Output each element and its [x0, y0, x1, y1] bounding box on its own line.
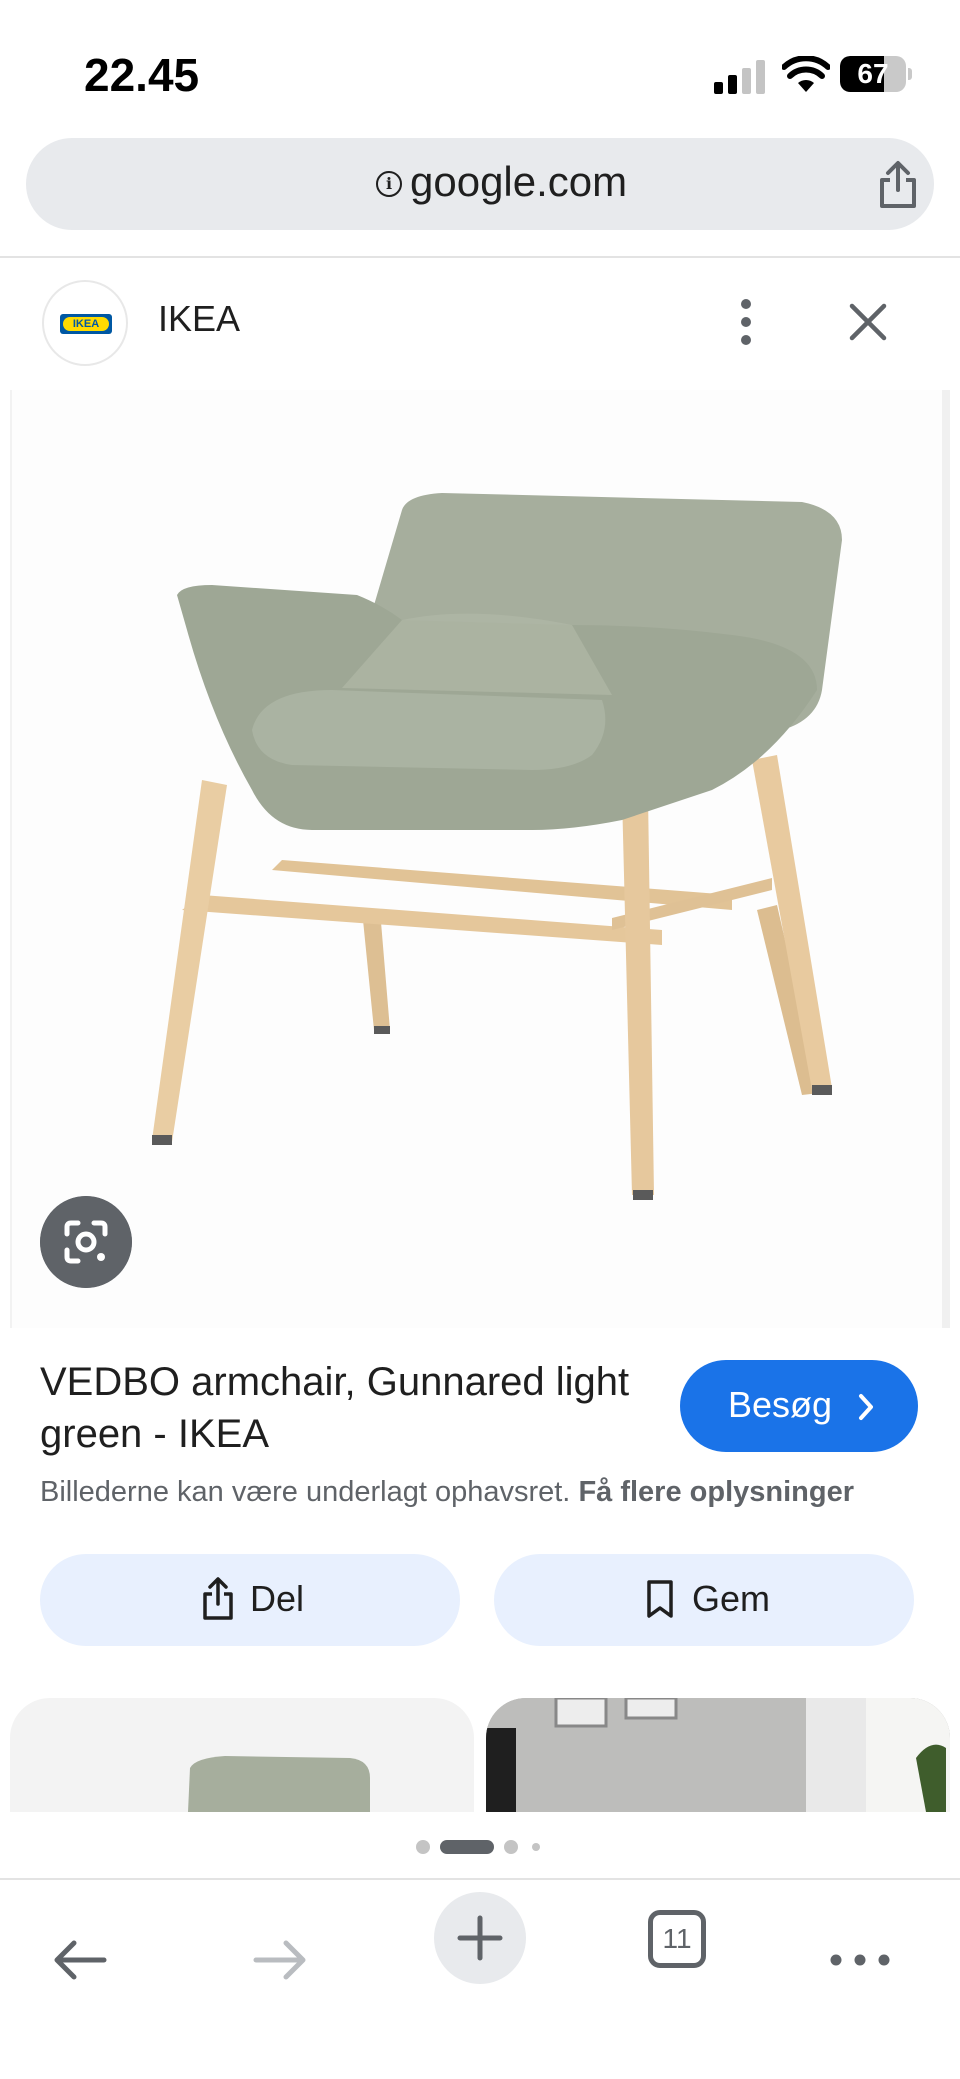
divider [0, 256, 960, 258]
pager-dot-active [440, 1840, 494, 1854]
visit-button[interactable]: Besøg [680, 1360, 918, 1452]
bottom-toolbar: 11 [0, 1878, 960, 2079]
visit-button-label: Besøg [728, 1384, 833, 1425]
back-arrow-icon[interactable] [50, 1930, 110, 1990]
copyright-notice: Billederne kan være underlagt ophavsret.… [40, 1476, 854, 1509]
product-image[interactable] [10, 390, 950, 1328]
more-vert-icon[interactable] [728, 298, 764, 346]
status-bar: 22.45 67 [0, 0, 960, 130]
battery-indicator: 67 [840, 56, 912, 92]
pager-dot [532, 1843, 540, 1851]
save-button[interactable]: Gem [494, 1554, 914, 1646]
image-pager [0, 1812, 960, 1878]
plus-icon [457, 1915, 503, 1961]
share-button[interactable]: Del [40, 1554, 460, 1646]
chair-illustration [152, 493, 842, 1200]
learn-more-link[interactable]: Få flere oplysninger [578, 1476, 854, 1508]
battery-percent: 67 [857, 58, 889, 89]
save-button-label: Gem [692, 1578, 771, 1619]
info-icon[interactable]: i [376, 171, 402, 197]
share-icon [203, 1577, 233, 1620]
copyright-text: Billederne kan være underlagt ophavsret. [40, 1476, 571, 1508]
ikea-logo: IKEA [60, 314, 112, 334]
cellular-signal-icon [714, 60, 765, 94]
url-bar[interactable]: i google.com [26, 138, 934, 230]
new-tab-button[interactable] [434, 1892, 526, 1984]
pager-dot [416, 1840, 430, 1854]
tabs-button[interactable]: 11 [648, 1910, 706, 1968]
site-name[interactable]: IKEA [158, 298, 240, 340]
related-image-thumbnail[interactable] [486, 1698, 950, 1812]
close-icon[interactable] [846, 300, 890, 344]
related-image-thumbnail[interactable] [10, 1698, 474, 1812]
lens-icon[interactable] [40, 1196, 132, 1288]
url-text[interactable]: google.com [410, 158, 627, 206]
site-logo[interactable]: IKEA [42, 280, 128, 366]
pager-dot [504, 1840, 518, 1854]
share-button-label: Del [250, 1578, 305, 1619]
bookmark-icon [647, 1580, 673, 1618]
forward-arrow-icon[interactable] [250, 1930, 310, 1990]
more-horiz-icon[interactable] [830, 1930, 890, 1990]
wifi-icon [782, 56, 830, 92]
status-time: 22.45 [84, 49, 200, 101]
product-title[interactable]: VEDBO armchair, Gunnared light green - I… [40, 1356, 640, 1460]
share-icon[interactable] [874, 160, 922, 210]
chevron-right-icon [859, 1394, 873, 1420]
